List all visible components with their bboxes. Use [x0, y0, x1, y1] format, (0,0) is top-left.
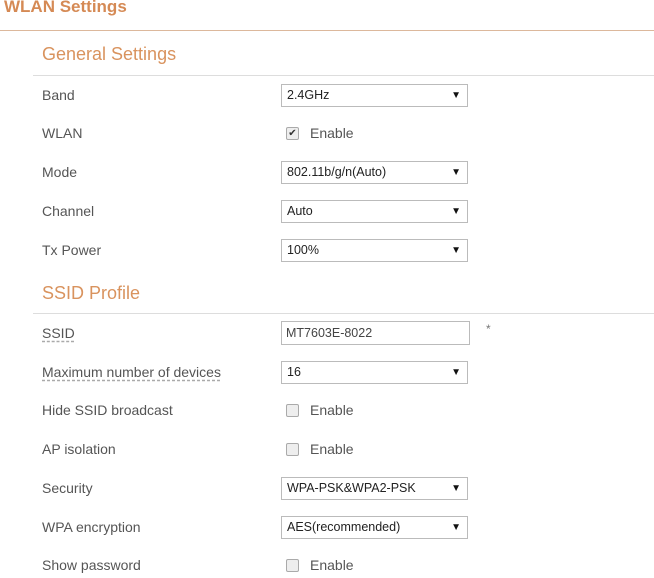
channel-select[interactable]: Auto ▼: [281, 199, 468, 223]
chevron-down-icon: ▼: [451, 166, 461, 178]
tx-power-label: Tx Power: [42, 242, 102, 258]
wlan-row: WLAN ✔ Enable: [42, 120, 642, 146]
band-select[interactable]: 2.4GHz ▼: [281, 83, 468, 107]
ap-isolation-enable-label: Enable: [310, 441, 354, 457]
show-password-checkbox[interactable]: [286, 558, 299, 572]
max-devices-row: Maximum number of devices 16 ▼: [42, 359, 642, 385]
title-divider: [0, 30, 654, 31]
chevron-down-icon: ▼: [451, 482, 461, 494]
security-value: WPA-PSK&WPA2-PSK: [287, 481, 416, 495]
mode-value: 802.11b/g/n(Auto): [287, 165, 387, 179]
hide-ssid-label: Hide SSID broadcast: [42, 402, 173, 418]
chevron-down-icon: ▼: [451, 205, 461, 217]
ssid-row: SSID MT7603E-8022 *: [42, 320, 642, 346]
channel-value: Auto: [287, 204, 313, 218]
security-row: Security WPA-PSK&WPA2-PSK ▼: [42, 475, 642, 501]
general-settings-heading: General Settings: [42, 44, 177, 64]
chevron-down-icon: ▼: [451, 89, 461, 101]
tx-power-value: 100%: [287, 243, 319, 257]
chevron-down-icon: ▼: [451, 366, 461, 378]
security-select[interactable]: WPA-PSK&WPA2-PSK ▼: [281, 476, 468, 500]
tx-power-row: Tx Power 100% ▼: [42, 237, 642, 263]
channel-label: Channel: [42, 203, 95, 219]
channel-row: Channel Auto ▼: [42, 198, 642, 224]
ssid-input[interactable]: MT7603E-8022: [281, 321, 470, 345]
tx-power-select[interactable]: 100% ▼: [281, 238, 468, 262]
wpa-encryption-select[interactable]: AES(recommended) ▼: [281, 515, 468, 539]
band-value: 2.4GHz: [287, 88, 330, 102]
show-password-enable-label: Enable: [310, 557, 354, 573]
section-divider: [33, 313, 654, 314]
ap-isolation-checkbox[interactable]: [286, 442, 299, 456]
chevron-down-icon: ▼: [451, 521, 461, 533]
show-password-row: Show password Enable: [42, 552, 642, 578]
show-password-label: Show password: [42, 557, 141, 573]
band-label: Band: [42, 87, 75, 103]
wlan-label: WLAN: [42, 125, 83, 141]
mode-row: Mode 802.11b/g/n(Auto) ▼: [42, 159, 642, 185]
ssid-label-text: SSID: [42, 325, 75, 341]
wpa-encryption-label: WPA encryption: [42, 519, 141, 535]
max-devices-select[interactable]: 16 ▼: [281, 360, 468, 384]
ssid-label: SSID: [42, 325, 281, 341]
wpa-encryption-row: WPA encryption AES(recommended) ▼: [42, 514, 642, 540]
max-devices-label-text: Maximum number of devices: [42, 364, 221, 380]
band-row: Band 2.4GHz ▼: [42, 82, 642, 108]
hide-ssid-checkbox[interactable]: [286, 403, 299, 417]
ap-isolation-row: AP isolation Enable: [42, 436, 642, 462]
section-divider: [33, 75, 654, 76]
max-devices-value: 16: [287, 365, 301, 379]
max-devices-label: Maximum number of devices: [42, 364, 281, 380]
check-icon: ✔: [288, 127, 297, 139]
hide-ssid-row: Hide SSID broadcast Enable: [42, 397, 642, 423]
required-marker: *: [486, 322, 491, 336]
security-label: Security: [42, 480, 93, 496]
wlan-enable-checkbox[interactable]: ✔: [286, 126, 299, 140]
chevron-down-icon: ▼: [451, 244, 461, 256]
mode-label: Mode: [42, 164, 78, 180]
mode-select[interactable]: 802.11b/g/n(Auto) ▼: [281, 160, 468, 184]
ssid-profile-heading: SSID Profile: [42, 283, 141, 303]
ap-isolation-label: AP isolation: [42, 441, 116, 457]
page-title: WLAN Settings: [4, 0, 127, 16]
hide-ssid-enable-label: Enable: [310, 402, 354, 418]
wlan-enable-label: Enable: [310, 125, 354, 141]
wpa-encryption-value: AES(recommended): [287, 520, 401, 534]
